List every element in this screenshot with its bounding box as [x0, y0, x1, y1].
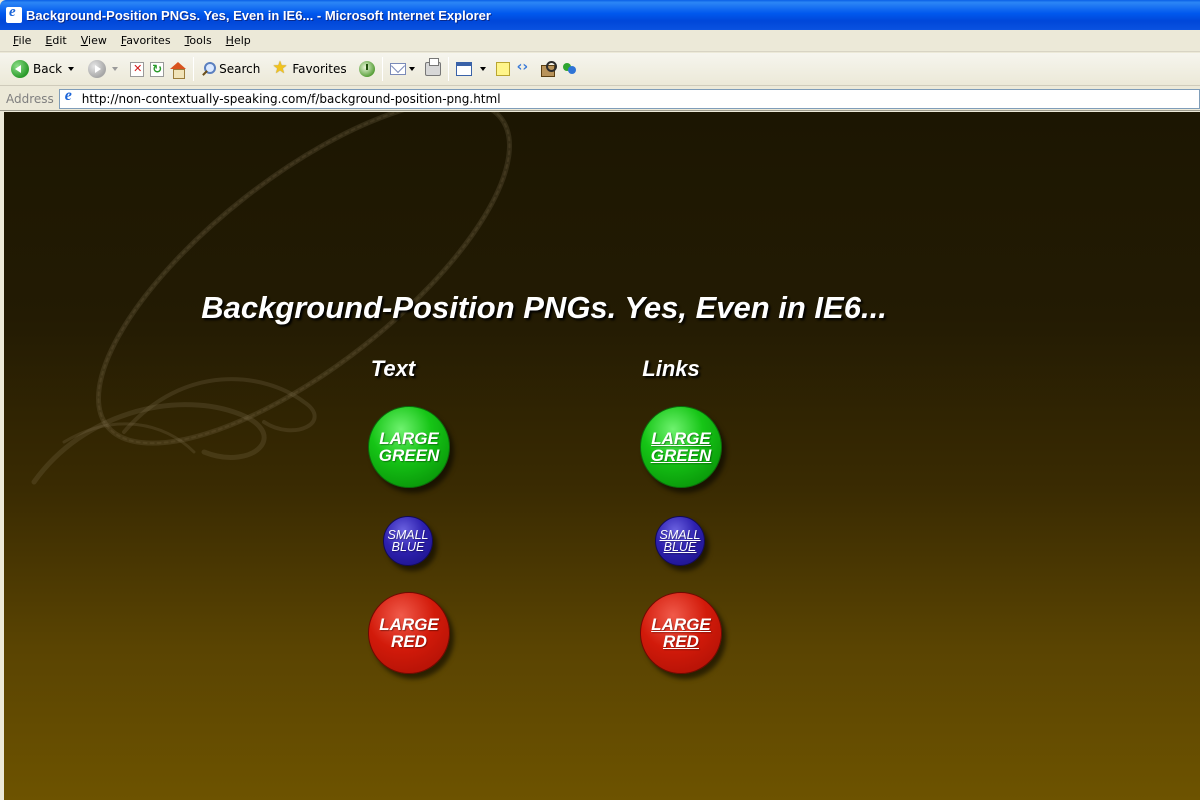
home-icon: [170, 61, 187, 79]
page-heading: Background-Position PNGs. Yes, Even in I…: [201, 290, 887, 325]
link-label-line1: LARGE: [651, 615, 711, 634]
edit-dropdown-icon[interactable]: [479, 67, 486, 71]
link-label-line2: BLUE: [663, 540, 697, 554]
text-column-heading: Text: [370, 356, 416, 381]
address-bar: Address http://non-contextually-speaking…: [0, 87, 1200, 111]
link-small-blue-button[interactable]: SMALL BLUE: [655, 516, 705, 566]
search-button[interactable]: Search: [198, 56, 263, 82]
search-icon: [201, 61, 217, 77]
messenger-button[interactable]: [559, 56, 581, 82]
menu-help[interactable]: Help: [219, 34, 258, 47]
favorites-button[interactable]: Favorites: [269, 56, 349, 82]
address-input[interactable]: http://non-contextually-speaking.com/f/b…: [58, 87, 1200, 109]
menu-bar: File Edit View Favorites Tools Help: [0, 30, 1200, 52]
mail-dropdown-icon[interactable]: [408, 67, 415, 71]
button-label-line2: GREEN: [378, 446, 440, 465]
stop-icon: [130, 61, 145, 77]
forward-button[interactable]: [85, 56, 121, 82]
msn-button[interactable]: [513, 56, 537, 82]
links-column-heading: Links: [642, 356, 700, 381]
link-large-red-button[interactable]: LARGE RED: [640, 592, 722, 674]
refresh-button[interactable]: [147, 56, 167, 82]
menu-view[interactable]: View: [74, 34, 114, 47]
button-label-line1: LARGE: [379, 429, 439, 448]
discuss-button[interactable]: [493, 56, 513, 82]
history-button[interactable]: [356, 56, 378, 82]
mail-button[interactable]: [387, 56, 418, 82]
text-large-green-button: LARGE GREEN: [368, 406, 450, 488]
address-label: Address: [6, 91, 54, 106]
link-large-green-button[interactable]: LARGE GREEN: [640, 406, 722, 488]
standard-toolbar: Back Search Favorites: [0, 53, 1200, 86]
toolbar-separator: [381, 57, 383, 81]
research-button[interactable]: [537, 56, 559, 82]
text-small-blue-button: SMALL BLUE: [383, 516, 433, 566]
mail-icon: [389, 63, 406, 75]
back-label: Back: [33, 62, 63, 76]
back-arrow-icon: [11, 60, 29, 78]
title-bar: Background-Position PNGs. Yes, Even in I…: [0, 0, 1200, 30]
link-label-line1: LARGE: [651, 429, 711, 448]
note-icon: [495, 62, 510, 76]
button-label-line2: BLUE: [391, 540, 425, 554]
print-button[interactable]: [422, 56, 444, 82]
large-green-link[interactable]: LARGE GREEN: [651, 430, 711, 464]
edit-page-icon: [455, 62, 472, 76]
edit-button[interactable]: [453, 56, 489, 82]
internet-explorer-icon: [6, 4, 22, 23]
page-icon: [63, 87, 79, 107]
menu-tools[interactable]: Tools: [178, 34, 219, 47]
small-blue-link[interactable]: SMALL BLUE: [660, 528, 701, 554]
code-brackets-icon: [516, 59, 534, 76]
menu-edit[interactable]: Edit: [38, 34, 73, 47]
stop-button[interactable]: [127, 56, 147, 82]
research-icon: [540, 61, 557, 77]
browser-viewport: Background-Position PNGs. Yes, Even in I…: [0, 112, 1200, 800]
history-icon: [358, 61, 375, 77]
menu-file[interactable]: File: [6, 34, 38, 47]
forward-dropdown-icon[interactable]: [112, 67, 119, 71]
link-label-line2: RED: [663, 632, 699, 651]
link-label-line2: GREEN: [650, 446, 712, 465]
back-button[interactable]: Back: [8, 56, 77, 82]
forward-arrow-icon: [88, 60, 107, 78]
address-url[interactable]: http://non-contextually-speaking.com/f/b…: [82, 92, 501, 106]
large-red-link[interactable]: LARGE RED: [651, 616, 711, 650]
text-large-red-button: LARGE RED: [368, 592, 450, 674]
web-page: Background-Position PNGs. Yes, Even in I…: [4, 112, 1200, 800]
button-label-line2: RED: [391, 632, 427, 651]
menu-favorites[interactable]: Favorites: [114, 34, 178, 47]
button-label-line1: LARGE: [379, 615, 439, 634]
favorites-label: Favorites: [292, 62, 347, 76]
printer-icon: [424, 58, 441, 76]
messenger-icon: [562, 61, 578, 77]
home-button[interactable]: [167, 56, 189, 82]
back-dropdown-icon[interactable]: [68, 67, 75, 71]
refresh-icon: [150, 61, 165, 77]
window-title: Background-Position PNGs. Yes, Even in I…: [26, 7, 491, 23]
search-label: Search: [219, 62, 261, 76]
star-icon: [272, 58, 288, 78]
toolbar-separator: [447, 57, 449, 81]
toolbar-separator: [193, 57, 195, 81]
